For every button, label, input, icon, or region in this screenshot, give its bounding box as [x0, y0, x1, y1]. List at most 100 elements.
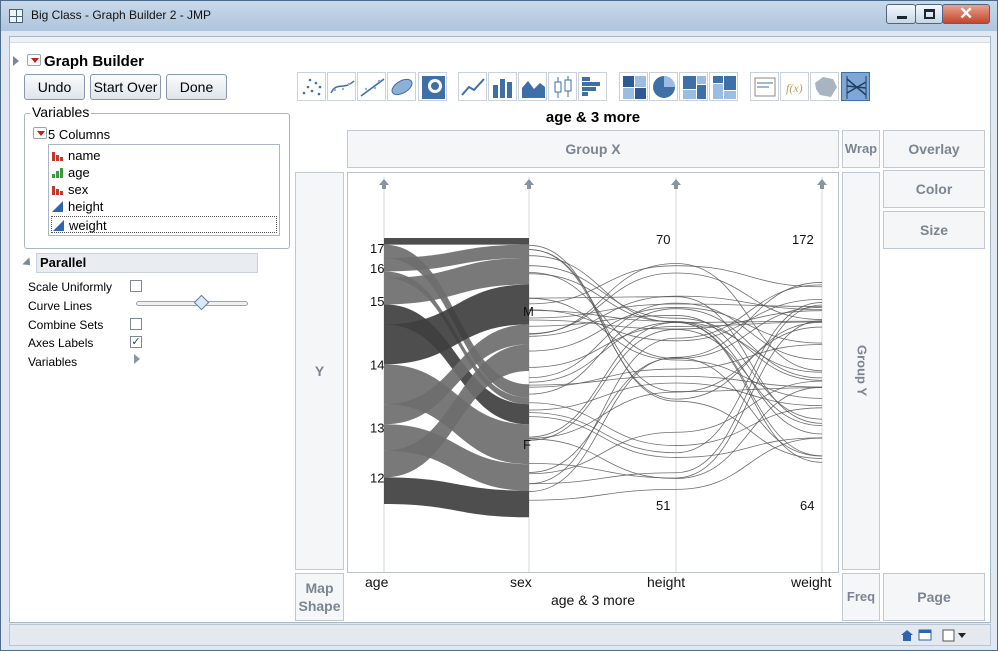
- heatmap-icon[interactable]: [619, 72, 648, 101]
- color-zone[interactable]: Color: [883, 170, 985, 208]
- column-item-age[interactable]: age: [51, 164, 277, 181]
- age-sex-bands: [384, 238, 529, 518]
- parallel-collapse-icon[interactable]: [22, 257, 34, 269]
- collapse-icon[interactable]: [13, 56, 19, 66]
- height-min-label: 51: [656, 498, 670, 513]
- histogram-icon[interactable]: [578, 72, 607, 101]
- columns-menu-icon[interactable]: [33, 127, 47, 139]
- age-tick-label: 13: [370, 421, 384, 436]
- app-window: Big Class - Graph Builder 2 - JMP ✕ Grap…: [0, 0, 998, 651]
- ellipse-icon[interactable]: [387, 72, 416, 101]
- maximize-button[interactable]: [915, 4, 943, 24]
- header-strip: [10, 37, 990, 43]
- overlay-zone[interactable]: Overlay: [883, 130, 985, 168]
- option-combine-sets: Combine Sets: [28, 318, 104, 332]
- age-tick-label: 17: [370, 241, 384, 256]
- axis-arrow-sex: [524, 179, 534, 189]
- parallel-plot-area[interactable]: 17 16 15 14 13 12 M F 70 51 172 64: [347, 172, 839, 573]
- window-list-icon[interactable]: [918, 629, 932, 642]
- formula-icon[interactable]: f(x): [780, 72, 809, 101]
- x-axis-label-age: age: [365, 574, 389, 590]
- age-tick-label: 12: [370, 470, 384, 485]
- column-item-name[interactable]: name: [51, 147, 277, 164]
- caption-box-icon[interactable]: [750, 72, 779, 101]
- x-axis-title: age & 3 more: [550, 592, 636, 608]
- layout-menu-icon[interactable]: [942, 629, 968, 642]
- band-age-17-m: [384, 238, 529, 245]
- undo-button[interactable]: Undo: [24, 74, 85, 100]
- group-y-zone[interactable]: Group Y: [842, 172, 880, 570]
- group-y-label: Group Y: [854, 344, 870, 397]
- combine-sets-checkbox[interactable]: [130, 318, 142, 330]
- option-scale-uniformly: Scale Uniformly: [28, 280, 113, 294]
- axis-arrow-age: [379, 179, 389, 189]
- wrap-zone[interactable]: Wrap: [842, 130, 880, 168]
- axis-arrow-weight: [817, 179, 827, 189]
- line-of-fit-icon[interactable]: [357, 72, 386, 101]
- red-triangle-menu-icon[interactable]: [27, 54, 41, 66]
- size-zone[interactable]: Size: [883, 211, 985, 249]
- line-icon[interactable]: [458, 72, 487, 101]
- sex-tick-label: F: [523, 437, 531, 452]
- graph-builder-title: Graph Builder: [44, 53, 145, 70]
- map-shapes-icon[interactable]: [810, 72, 839, 101]
- map-shape-label: Map Shape: [298, 580, 341, 614]
- page-zone[interactable]: Page: [883, 573, 985, 621]
- column-item-height[interactable]: height: [51, 198, 277, 215]
- close-icon: ✕: [959, 4, 974, 23]
- age-tick-label: 14: [370, 357, 384, 372]
- group-x-zone[interactable]: Group X: [347, 130, 839, 168]
- y-zone[interactable]: Y: [295, 172, 344, 570]
- svg-text:f(x): f(x): [786, 81, 803, 95]
- parallel-icon[interactable]: [841, 72, 870, 101]
- contour-icon[interactable]: [418, 72, 447, 101]
- nominal-icon: [52, 186, 63, 195]
- axis-arrow-height: [671, 179, 681, 189]
- variables-expand-icon[interactable]: [134, 354, 140, 364]
- done-button[interactable]: Done: [166, 74, 227, 100]
- column-item-sex[interactable]: sex: [51, 181, 277, 198]
- pie-icon[interactable]: [649, 72, 678, 101]
- window-title: Big Class - Graph Builder 2 - JMP: [31, 8, 212, 22]
- continuous-icon: [53, 220, 64, 231]
- variables-label: Variables: [30, 104, 92, 120]
- ordinal-icon: [52, 168, 63, 178]
- option-curve-lines: Curve Lines: [28, 299, 93, 313]
- age-tick-label: 15: [370, 294, 384, 309]
- status-bar: [9, 624, 991, 646]
- age-tick-label: 16: [370, 261, 384, 276]
- graph-builder-panel: Graph Builder Undo Start Over Done Varia…: [9, 36, 991, 623]
- area-icon[interactable]: [518, 72, 547, 101]
- scale-uniformly-checkbox[interactable]: [130, 280, 142, 292]
- sex-tick-label: M: [523, 304, 534, 319]
- nominal-icon: [52, 152, 63, 161]
- axes-labels-checkbox[interactable]: ✓: [130, 336, 142, 348]
- box-plot-icon[interactable]: [548, 72, 577, 101]
- close-button[interactable]: ✕: [942, 4, 990, 24]
- weight-max-label: 172: [792, 232, 814, 247]
- mosaic-icon[interactable]: [709, 72, 738, 101]
- freq-zone[interactable]: Freq: [842, 573, 880, 621]
- option-variables: Variables: [28, 355, 78, 369]
- minimize-button[interactable]: [886, 4, 916, 24]
- curve-lines-slider-thumb[interactable]: [193, 294, 210, 311]
- parallel-section-header[interactable]: Parallel: [36, 253, 258, 273]
- x-axis-label-weight: weight: [791, 574, 832, 590]
- graph-title: age & 3 more: [545, 109, 641, 126]
- home-icon[interactable]: [900, 629, 914, 642]
- treemap-icon[interactable]: [679, 72, 708, 101]
- points-icon[interactable]: [297, 72, 326, 101]
- map-shape-zone[interactable]: Map Shape: [295, 573, 344, 621]
- continuous-icon: [52, 201, 63, 212]
- smoother-icon[interactable]: [327, 72, 356, 101]
- x-axis-label-height: height: [647, 574, 686, 590]
- curve-lines-slider-track[interactable]: [136, 301, 248, 306]
- bar-icon[interactable]: [488, 72, 517, 101]
- column-item-weight[interactable]: weight: [51, 216, 277, 233]
- minimize-icon: [897, 16, 907, 19]
- start-over-button[interactable]: Start Over: [90, 74, 161, 100]
- title-bar: Big Class - Graph Builder 2 - JMP ✕: [1, 1, 997, 31]
- weight-min-label: 64: [800, 498, 814, 513]
- y-label: Y: [314, 363, 325, 379]
- maximize-icon: [924, 9, 935, 19]
